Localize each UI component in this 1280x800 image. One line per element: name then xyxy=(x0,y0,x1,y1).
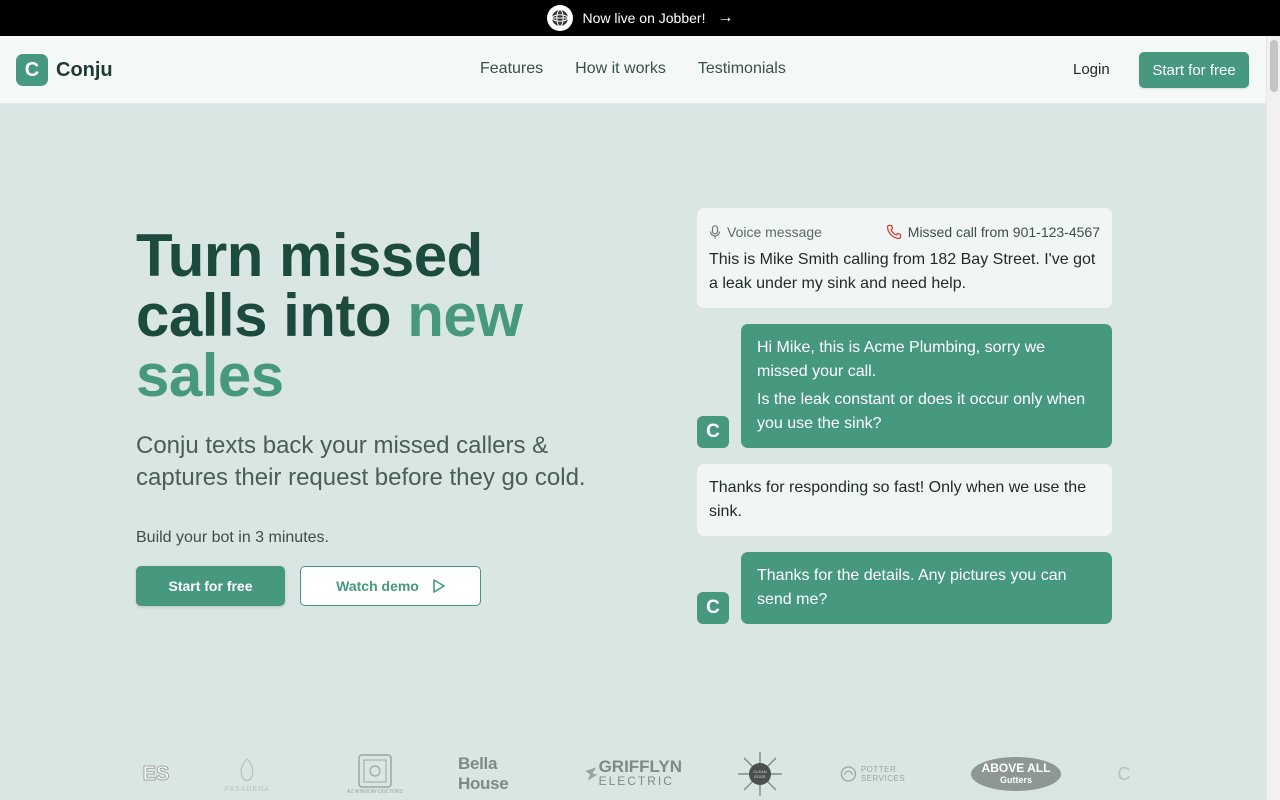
customer-logos-strip: ES PASADENA AZ WINDOW DOCTORS Bella Hous… xyxy=(136,748,1130,800)
watch-demo-label: Watch demo xyxy=(336,578,419,594)
message-text: Thanks for responding so fast! Only when… xyxy=(709,479,1087,520)
hero-start-free-button[interactable]: Start for free xyxy=(136,566,285,606)
hero-note: Build your bot in 3 minutes. xyxy=(136,529,329,546)
page-scrollbar[interactable] xyxy=(1266,36,1280,800)
message-text: Is the leak constant or does it occur on… xyxy=(757,391,1086,432)
missed-call-label: Missed call from 901-123-4567 xyxy=(907,224,1100,240)
login-link[interactable]: Login xyxy=(1073,61,1110,78)
voicemail-header: Voice message Missed call from 901-123-4… xyxy=(709,220,1100,244)
message-text: This is Mike Smith calling from 182 Bay … xyxy=(709,251,1096,292)
phone-missed-icon xyxy=(886,224,901,240)
chat-message-caller-voicemail: Voice message Missed call from 901-123-4… xyxy=(697,208,1112,308)
customer-logo: ABOVE ALL Gutters xyxy=(970,748,1062,800)
customer-logo: AZ WINDOW DOCTORS xyxy=(340,748,410,800)
bot-avatar: C xyxy=(697,592,729,624)
scrollbar-thumb[interactable] xyxy=(1270,40,1278,92)
voice-message-label: Voice message xyxy=(727,224,822,240)
arrow-right-icon: → xyxy=(717,9,734,26)
logo-mark: C xyxy=(16,54,48,86)
globe-badge-icon xyxy=(546,5,573,31)
chat-message-caller: Thanks for responding so fast! Only when… xyxy=(697,464,1112,536)
play-icon xyxy=(433,579,445,593)
chat-message-bot: Thanks for the details. Any pictures you… xyxy=(741,552,1112,624)
nav-link-features[interactable]: Features xyxy=(480,60,543,78)
customer-logo: ES xyxy=(142,762,170,785)
announcement-text[interactable]: Now live on Jobber! xyxy=(583,10,706,26)
customer-logo: POTTER SERVICES xyxy=(840,748,938,800)
message-text: Hi Mike, this is Acme Plumbing, sorry we… xyxy=(757,339,1046,380)
message-text: Thanks for the details. Any pictures you… xyxy=(757,567,1067,608)
bot-avatar: C xyxy=(697,416,729,448)
chat-message-bot: Hi Mike, this is Acme Plumbing, sorry we… xyxy=(741,324,1112,448)
announcement-bar[interactable]: Now live on Jobber! → xyxy=(0,0,1280,36)
microphone-icon xyxy=(709,225,721,239)
customer-logo: Bella House xyxy=(458,754,509,793)
hero-subtitle: Conju texts back your missed callers & c… xyxy=(136,432,586,491)
top-nav: C Conju Features How it works Testimonia… xyxy=(0,36,1266,104)
nav-start-free-button[interactable]: Start for free xyxy=(1139,52,1249,88)
watch-demo-button[interactable]: Watch demo xyxy=(300,566,481,606)
customer-logo: CLEAN EDGE xyxy=(734,748,786,800)
customer-logo: GRIFFLYN ELECTRIC xyxy=(584,748,682,800)
nav-links: Features How it works Testimonials xyxy=(480,60,786,78)
nav-link-testimonials[interactable]: Testimonials xyxy=(698,60,786,78)
hero-title: Turn missed calls into new sales xyxy=(136,226,596,406)
customer-logo: PASADENA xyxy=(216,748,278,800)
brand-logo[interactable]: C Conju xyxy=(16,54,113,86)
brand-name: Conju xyxy=(56,58,113,81)
nav-link-how-it-works[interactable]: How it works xyxy=(575,60,666,78)
customer-logo: C xyxy=(1117,763,1131,784)
